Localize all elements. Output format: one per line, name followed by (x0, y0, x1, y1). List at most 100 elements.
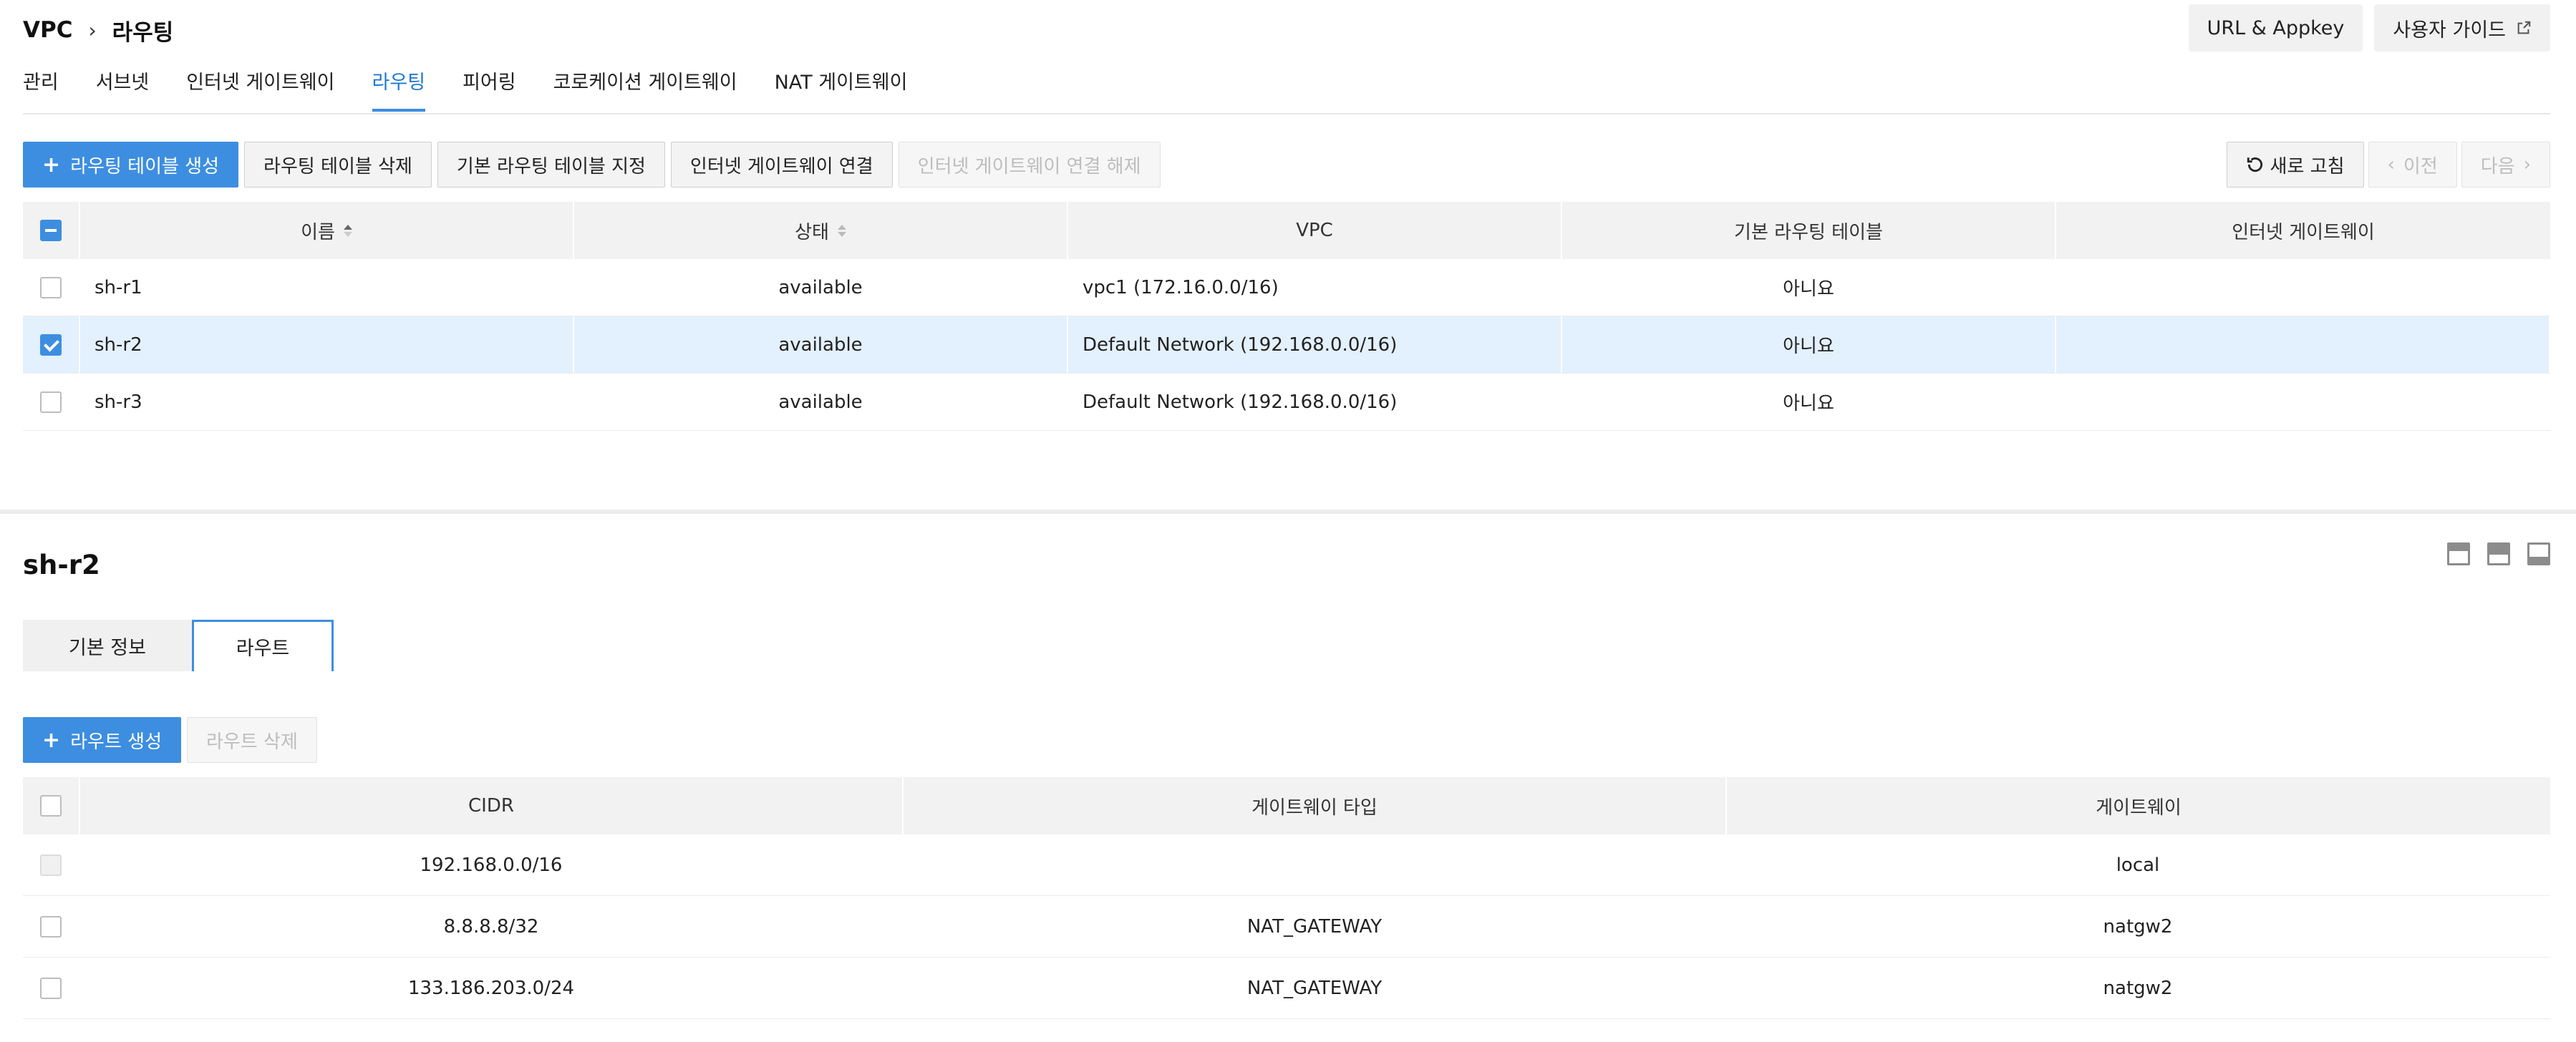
table-row[interactable]: 133.186.203.0/24 NAT_GATEWAY natgw2 (23, 958, 2550, 1019)
plus-icon: + (42, 727, 61, 753)
tab-routes[interactable]: 라우트 (192, 620, 334, 671)
row-checkbox[interactable] (40, 915, 62, 938)
tab-basic-info[interactable]: 기본 정보 (23, 620, 192, 671)
create-routing-table-label: 라우팅 테이블 생성 (70, 155, 220, 177)
table-row[interactable]: sh-r3 available Default Network (192.168… (23, 374, 2550, 431)
row-checkbox-cell (23, 896, 80, 957)
table-row[interactable]: 192.168.0.0/16 local (23, 834, 2550, 896)
tab-manage[interactable]: 관리 (23, 67, 59, 113)
row-checkbox (40, 854, 62, 876)
route-toolbar: + 라우트 생성 라우트 삭제 (23, 717, 317, 763)
table-header: CIDR 게이트웨이 타입 게이트웨이 (23, 777, 2550, 834)
row-checkbox[interactable] (40, 391, 62, 413)
select-all-checkbox[interactable] (40, 220, 62, 241)
row-name: sh-r2 (80, 316, 574, 373)
select-all-cell (23, 777, 80, 834)
chevron-right-icon: › (88, 18, 97, 42)
create-routing-table-button[interactable]: + 라우팅 테이블 생성 (23, 142, 239, 188)
layout-middle-icon[interactable] (2487, 542, 2510, 565)
detach-internet-gateway-button[interactable]: 인터넷 게이트웨이 연결 해제 (898, 142, 1161, 188)
row-vpc: vpc1 (172.16.0.0/16) (1068, 259, 1562, 316)
chevron-left-icon: ‹ (2387, 154, 2395, 175)
column-gateway: 게이트웨이 (2096, 797, 2182, 819)
delete-route-button[interactable]: 라우트 삭제 (187, 717, 317, 763)
column-default-routing-table: 기본 라우팅 테이블 (1562, 202, 2056, 259)
row-gateway: natgw2 (1727, 896, 2550, 957)
url-appkey-button[interactable]: URL & Appkey (2188, 4, 2363, 52)
main-tabs: 관리 서브넷 인터넷 게이트웨이 라우팅 피어링 코로케이션 게이트웨이 NAT… (23, 67, 944, 113)
row-gateway-type (904, 834, 1727, 895)
table-row[interactable]: 8.8.8.8/32 NAT_GATEWAY natgw2 (23, 896, 2550, 958)
tab-routing[interactable]: 라우팅 (372, 67, 425, 113)
create-route-button[interactable]: + 라우트 생성 (23, 717, 182, 763)
row-vpc: Default Network (192.168.0.0/16) (1068, 316, 1562, 373)
row-gateway: natgw2 (1727, 958, 2550, 1018)
sort-icon (837, 224, 846, 237)
breadcrumb: VPC › 라우팅 (23, 16, 174, 46)
user-guide-button[interactable]: 사용자 가이드 (2374, 4, 2550, 52)
delete-routing-table-button[interactable]: 라우팅 테이블 삭제 (244, 142, 432, 188)
breadcrumb-root[interactable]: VPC (23, 17, 72, 43)
tab-peering[interactable]: 피어링 (463, 67, 516, 113)
column-status[interactable]: 상태 (574, 202, 1068, 259)
tab-nat-gateway[interactable]: NAT 게이트웨이 (775, 67, 908, 113)
next-page-button[interactable]: 다음 › (2461, 142, 2550, 188)
column-cidr: CIDR (80, 777, 904, 834)
tabs-divider (23, 113, 2550, 115)
row-igw (2056, 374, 2550, 430)
plus-icon: + (42, 152, 61, 177)
row-cidr: 133.186.203.0/24 (80, 958, 904, 1018)
next-label: 다음 (2480, 155, 2515, 177)
chevron-right-icon: › (2523, 154, 2531, 175)
row-checkbox-cell (23, 834, 80, 895)
table-row[interactable]: sh-r2 available Default Network (192.168… (23, 316, 2550, 374)
route-table: CIDR 게이트웨이 타입 게이트웨이 192.168.0.0/16 local… (23, 777, 2550, 1019)
row-vpc: Default Network (192.168.0.0/16) (1068, 374, 1562, 430)
tab-subnet[interactable]: 서브넷 (96, 67, 150, 113)
select-all-checkbox[interactable] (40, 795, 62, 817)
prev-page-button[interactable]: ‹ 이전 (2368, 142, 2457, 188)
tab-colocation-gateway[interactable]: 코로케이션 게이트웨이 (553, 67, 737, 113)
detail-tabs: 기본 정보 라우트 (23, 620, 334, 671)
external-link-icon (2517, 21, 2531, 34)
row-cidr: 8.8.8.8/32 (80, 896, 904, 957)
table-header: 이름 상태 VPC 기본 라우팅 테이블 인터넷 게이트웨이 (23, 202, 2550, 259)
row-checkbox[interactable] (40, 977, 62, 999)
column-vpc: VPC (1068, 202, 1562, 259)
detail-title: sh-r2 (23, 550, 100, 580)
panel-layout-controls (2447, 542, 2550, 565)
row-default: 아니요 (1562, 259, 2056, 316)
row-checkbox-cell (23, 374, 80, 430)
select-all-cell (23, 202, 80, 259)
row-name: sh-r3 (80, 374, 574, 430)
row-status: available (574, 259, 1068, 316)
pagination-toolbar: 새로 고침 ‹ 이전 다음 › (2226, 142, 2550, 188)
set-default-routing-table-button[interactable]: 기본 라우팅 테이블 지정 (437, 142, 665, 188)
row-checkbox-cell (23, 259, 80, 316)
refresh-icon (2247, 157, 2262, 172)
row-checkbox[interactable] (40, 333, 62, 356)
refresh-label: 새로 고침 (2270, 155, 2345, 177)
row-igw (2056, 316, 2550, 373)
table-row[interactable]: sh-r1 available vpc1 (172.16.0.0/16) 아니요 (23, 259, 2550, 316)
tab-internet-gateway[interactable]: 인터넷 게이트웨이 (186, 67, 334, 113)
column-name[interactable]: 이름 (80, 202, 574, 259)
row-gateway-type: NAT_GATEWAY (904, 958, 1727, 1018)
column-internet-gateway: 인터넷 게이트웨이 (2232, 221, 2375, 243)
refresh-button[interactable]: 새로 고침 (2226, 142, 2364, 188)
row-default: 아니요 (1562, 374, 2056, 430)
row-checkbox-cell (23, 316, 80, 373)
row-status: available (574, 374, 1068, 430)
layout-bottom-icon[interactable] (2527, 542, 2550, 565)
column-name-label: 이름 (301, 221, 335, 243)
row-name: sh-r1 (80, 259, 574, 316)
create-route-label: 라우트 생성 (70, 731, 163, 753)
attach-internet-gateway-button[interactable]: 인터넷 게이트웨이 연결 (670, 142, 893, 188)
routing-toolbar: + 라우팅 테이블 생성 라우팅 테이블 삭제 기본 라우팅 테이블 지정 인터… (23, 142, 1161, 188)
page-title: 라우팅 (112, 19, 174, 46)
row-checkbox[interactable] (40, 276, 62, 298)
row-cidr: 192.168.0.0/16 (80, 834, 904, 895)
panel-splitter[interactable] (0, 510, 2576, 514)
column-status-label: 상태 (795, 221, 829, 243)
layout-top-icon[interactable] (2447, 542, 2470, 565)
